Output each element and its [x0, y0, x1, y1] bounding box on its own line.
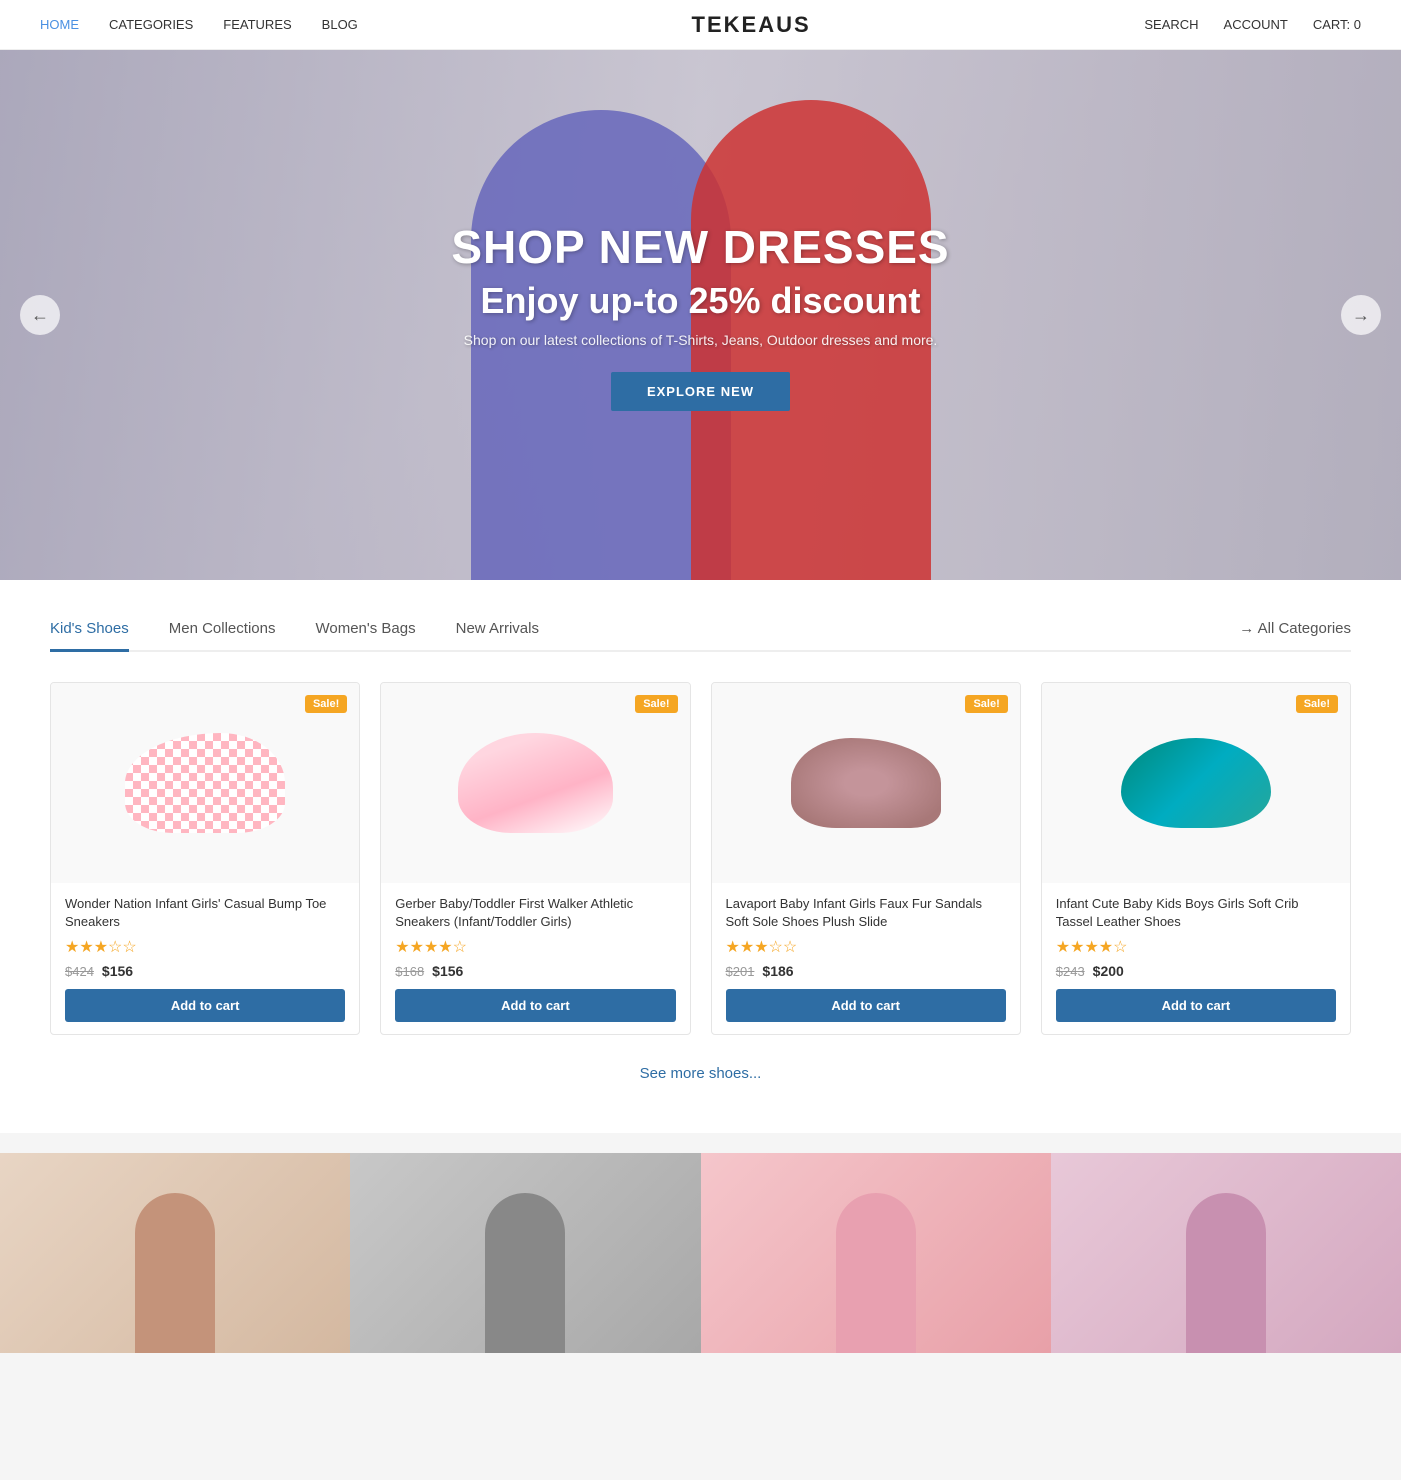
add-to-cart-button[interactable]: Add to cart [65, 989, 345, 1022]
banner-figure-kids [836, 1193, 916, 1353]
product-image [458, 733, 613, 833]
product-image-wrap: Sale! [712, 683, 1020, 883]
chevron-right-icon: → [1352, 305, 1370, 326]
price-wrap: $424 $156 [65, 963, 345, 979]
banner-men[interactable] [350, 1153, 700, 1353]
tab-new-arrivals[interactable]: New Arrivals [456, 620, 539, 650]
product-name: Wonder Nation Infant Girls' Casual Bump … [65, 895, 345, 931]
nav-link-categories[interactable]: CATEGORIES [109, 17, 193, 32]
banner-figure-bags [1186, 1193, 1266, 1353]
product-rating: ★★★☆☆ [65, 937, 345, 957]
category-tabs: Kid's Shoes Men Collections Women's Bags… [50, 620, 1351, 652]
product-name: Infant Cute Baby Kids Boys Girls Soft Cr… [1056, 895, 1336, 931]
product-card: Sale! Lavaport Baby Infant Girls Faux Fu… [711, 682, 1021, 1035]
category-banners [0, 1153, 1401, 1353]
product-image [1121, 738, 1271, 828]
hero-section: ← SHOP NEW DRESSES Enjoy up-to 25% disco… [0, 50, 1401, 580]
hero-subheading: Enjoy up-to 25% discount [451, 280, 949, 322]
product-image-wrap: Sale! [1042, 683, 1350, 883]
tab-womens-bags[interactable]: Women's Bags [315, 620, 415, 650]
price-wrap: $243 $200 [1056, 963, 1336, 979]
hero-description: Shop on our latest collections of T-Shir… [451, 332, 949, 348]
tab-all-categories[interactable]: → All Categories [1239, 620, 1351, 650]
hero-next-button[interactable]: → [1341, 295, 1381, 335]
tab-kids-shoes[interactable]: Kid's Shoes [50, 620, 129, 652]
see-more-link[interactable]: See more shoes... [640, 1065, 762, 1082]
explore-new-button[interactable]: EXPLORE NEW [611, 372, 790, 411]
product-name: Lavaport Baby Infant Girls Faux Fur Sand… [726, 895, 1006, 931]
add-to-cart-button[interactable]: Add to cart [726, 989, 1006, 1022]
nav-link-home[interactable]: HOME [40, 17, 79, 32]
product-info: Lavaport Baby Infant Girls Faux Fur Sand… [712, 883, 1020, 1034]
hero-heading: SHOP NEW DRESSES [451, 220, 949, 274]
add-to-cart-button[interactable]: Add to cart [395, 989, 675, 1022]
product-rating: ★★★☆☆ [726, 937, 1006, 957]
sale-badge: Sale! [305, 695, 347, 713]
navigation: HOME CATEGORIES FEATURES BLOG TEKEAUS SE… [0, 0, 1401, 50]
price-new: $156 [432, 963, 463, 979]
product-image [791, 738, 941, 828]
hero-content: SHOP NEW DRESSES Enjoy up-to 25% discoun… [431, 220, 969, 411]
nav-account-link[interactable]: ACCOUNT [1224, 17, 1288, 32]
see-more-section: See more shoes... [50, 1035, 1351, 1093]
sale-badge: Sale! [635, 695, 677, 713]
sale-badge: Sale! [965, 695, 1007, 713]
banner-kids[interactable] [701, 1153, 1051, 1353]
brand-logo[interactable]: TEKEAUS [692, 12, 811, 38]
price-old: $243 [1056, 964, 1085, 979]
price-wrap: $168 $156 [395, 963, 675, 979]
hero-prev-button[interactable]: ← [20, 295, 60, 335]
price-new: $186 [762, 963, 793, 979]
price-old: $201 [726, 964, 755, 979]
product-card: Sale! Gerber Baby/Toddler First Walker A… [380, 682, 690, 1035]
nav-cart-link[interactable]: CART: 0 [1313, 17, 1361, 32]
product-card: Sale! Infant Cute Baby Kids Boys Girls S… [1041, 682, 1351, 1035]
banner-bags[interactable] [1051, 1153, 1401, 1353]
product-image [125, 733, 285, 833]
nav-search-link[interactable]: SEARCH [1144, 17, 1198, 32]
banner-figure-men [485, 1193, 565, 1353]
product-grid: Sale! Wonder Nation Infant Girls' Casual… [50, 682, 1351, 1035]
price-old: $424 [65, 964, 94, 979]
nav-right: SEARCH ACCOUNT CART: 0 [1144, 17, 1361, 32]
nav-link-features[interactable]: FEATURES [223, 17, 291, 32]
nav-left: HOME CATEGORIES FEATURES BLOG [40, 17, 358, 32]
banner-women[interactable] [0, 1153, 350, 1353]
price-old: $168 [395, 964, 424, 979]
product-card: Sale! Wonder Nation Infant Girls' Casual… [50, 682, 360, 1035]
tab-men-collections[interactable]: Men Collections [169, 620, 276, 650]
product-image-wrap: Sale! [381, 683, 689, 883]
price-new: $156 [102, 963, 133, 979]
product-rating: ★★★★☆ [395, 937, 675, 957]
product-rating: ★★★★☆ [1056, 937, 1336, 957]
banner-figure-women [135, 1193, 215, 1353]
product-info: Wonder Nation Infant Girls' Casual Bump … [51, 883, 359, 1034]
sale-badge: Sale! [1296, 695, 1338, 713]
products-section: Kid's Shoes Men Collections Women's Bags… [0, 580, 1401, 1133]
price-new: $200 [1093, 963, 1124, 979]
product-name: Gerber Baby/Toddler First Walker Athleti… [395, 895, 675, 931]
price-wrap: $201 $186 [726, 963, 1006, 979]
nav-link-blog[interactable]: BLOG [322, 17, 358, 32]
add-to-cart-button[interactable]: Add to cart [1056, 989, 1336, 1022]
chevron-left-icon: ← [31, 305, 49, 326]
product-image-wrap: Sale! [51, 683, 359, 883]
product-info: Gerber Baby/Toddler First Walker Athleti… [381, 883, 689, 1034]
product-info: Infant Cute Baby Kids Boys Girls Soft Cr… [1042, 883, 1350, 1034]
